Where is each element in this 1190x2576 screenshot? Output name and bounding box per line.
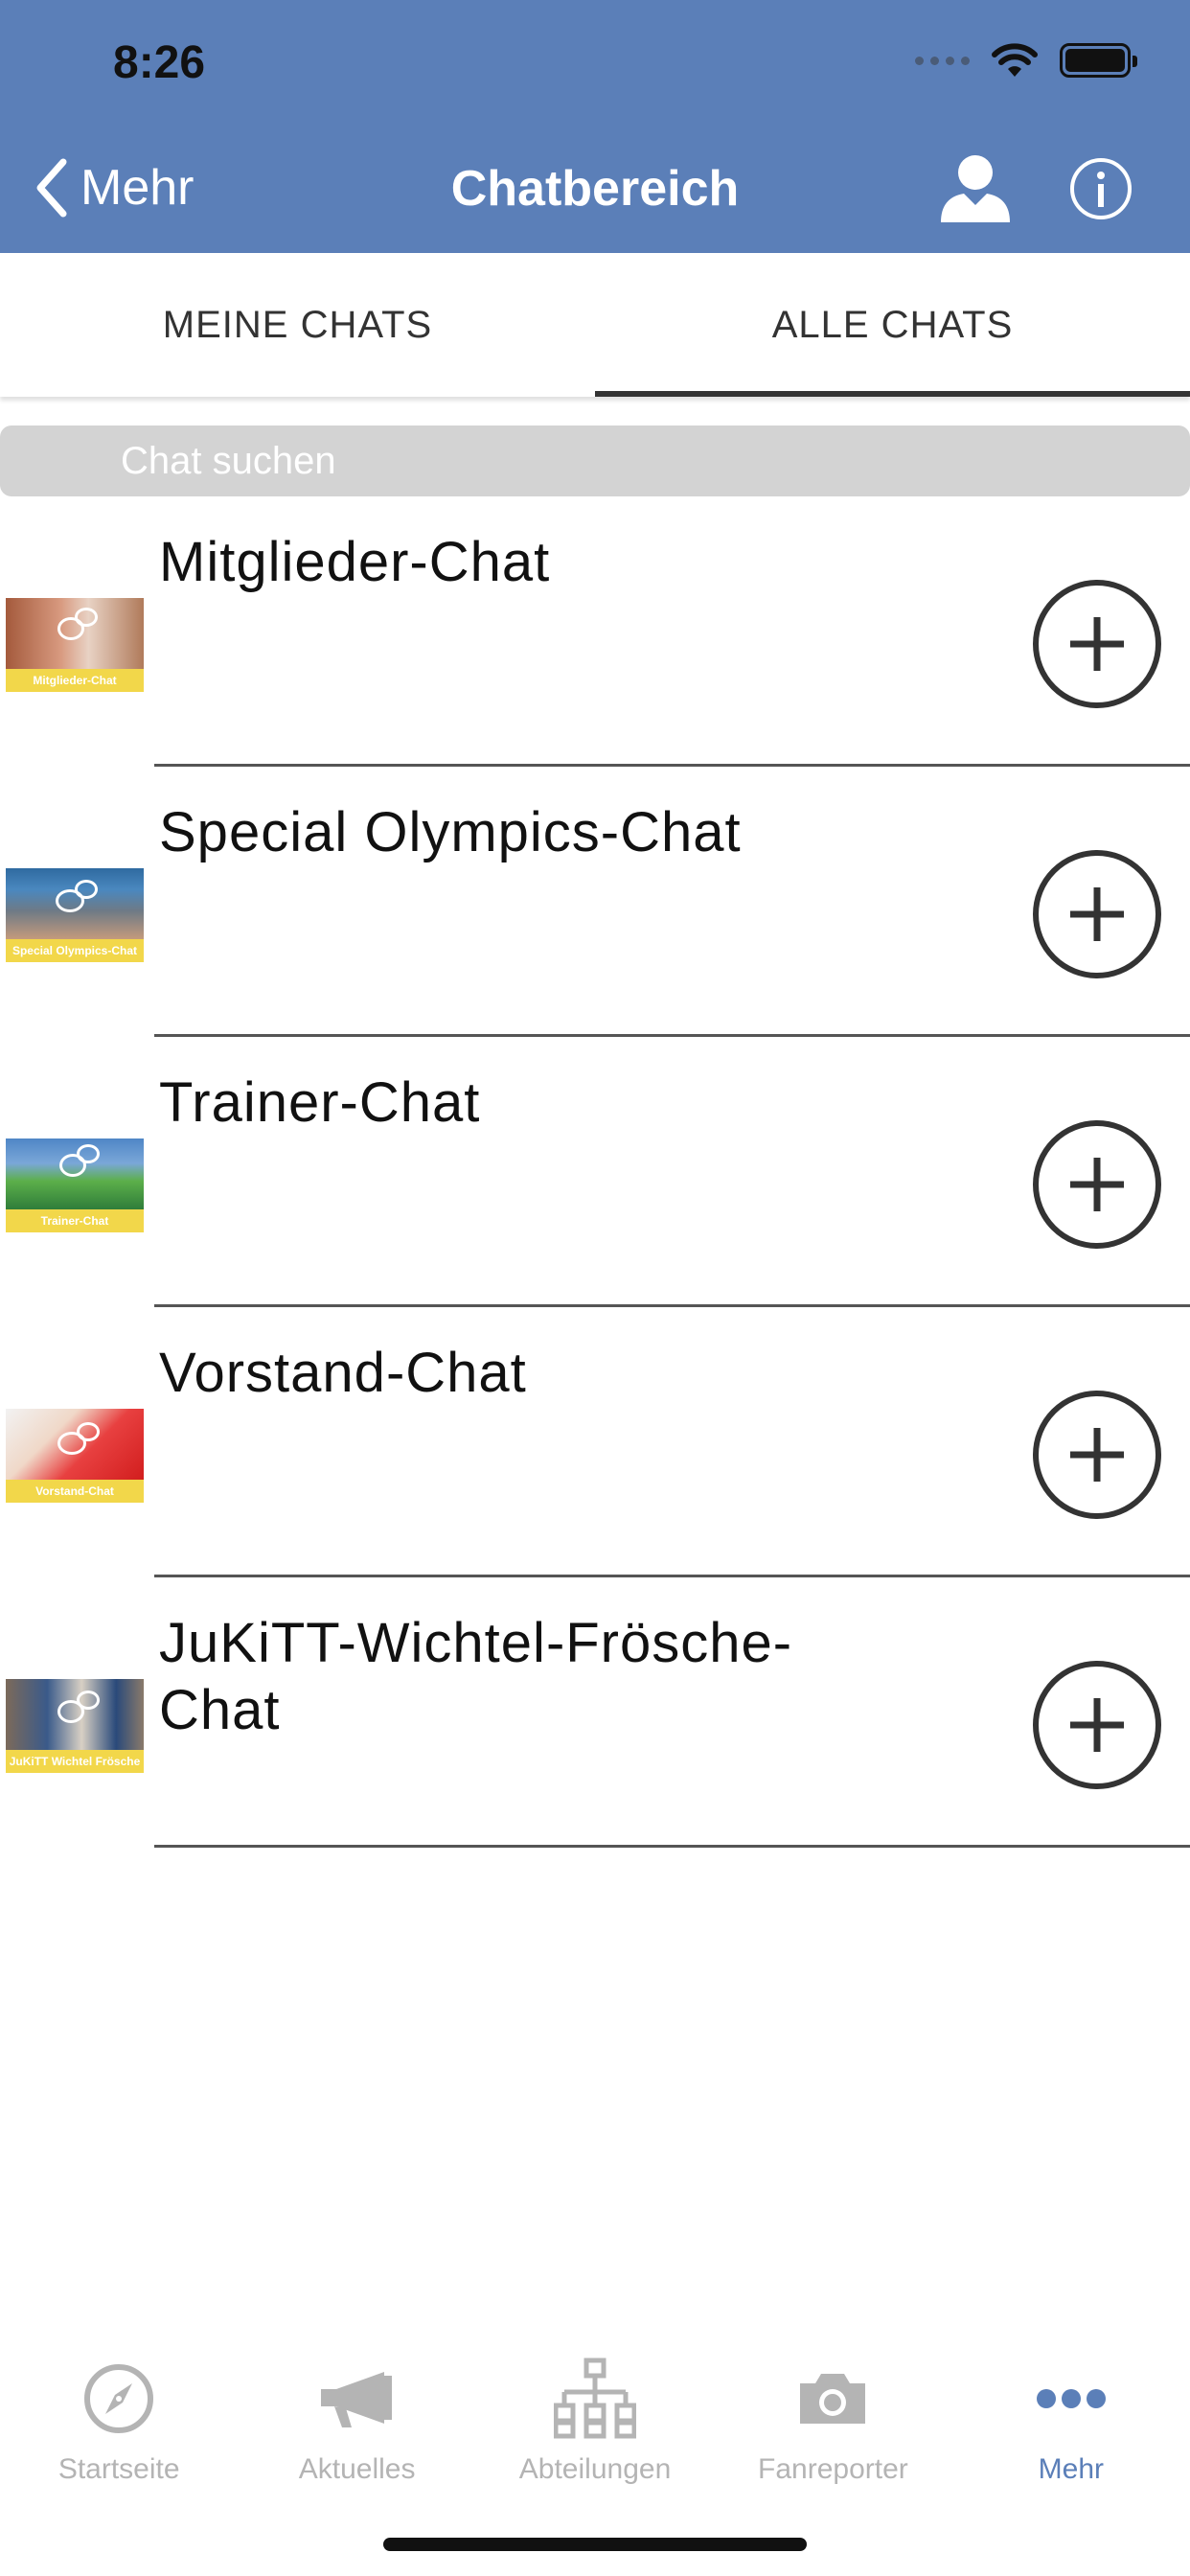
thumbnail-caption: Special Olympics-Chat (6, 939, 144, 962)
chat-thumbnail: JuKiTT Wichtel Frösche (6, 1679, 144, 1773)
plus-circle-icon[interactable] (1032, 1119, 1162, 1250)
chat-name: JuKiTT-Wichtel-Frösche-Chat (159, 1612, 793, 1741)
tabbar-item-startseite[interactable]: Startseite (0, 2319, 238, 2492)
chat-thumbnail: Special Olympics-Chat (6, 868, 144, 962)
tabbar-item-abteilungen[interactable]: Abteilungen (476, 2319, 714, 2492)
tabbar-label: Abteilungen (518, 2453, 672, 2485)
chat-list: Mitglieder-Chat Mitglieder-Chat Special … (0, 496, 1190, 1848)
tabbar-item-aktuelles[interactable]: Aktuelles (238, 2319, 475, 2492)
plus-circle-icon[interactable] (1032, 1390, 1162, 1520)
tab-meine-chats[interactable]: MEINE CHATS (0, 253, 595, 397)
info-button[interactable] (1069, 157, 1133, 220)
plus-circle-icon[interactable] (1032, 849, 1162, 979)
more-dots-icon (1028, 2356, 1114, 2442)
chat-thumbnail: Trainer-Chat (6, 1138, 144, 1232)
chat-list-item[interactable]: Special Olympics-Chat Special Olympics-C… (0, 767, 1190, 1037)
chat-name: Mitglieder-Chat (159, 531, 551, 593)
status-indicators (915, 42, 1137, 79)
tabbar-label: Aktuelles (298, 2453, 416, 2485)
chat-list-item[interactable]: JuKiTT Wichtel Frösche JuKiTT-Wichtel-Fr… (0, 1577, 1190, 1848)
wifi-icon (992, 43, 1038, 77)
user-icon (941, 155, 1010, 222)
tabbar-label: Startseite (57, 2453, 180, 2485)
chat-thumbnail: Mitglieder-Chat (6, 598, 144, 692)
chat-name: Vorstand-Chat (159, 1342, 527, 1404)
plus-circle-icon[interactable] (1032, 579, 1162, 709)
status-time: 8:26 (113, 37, 206, 88)
tab-alle-chats[interactable]: ALLE CHATS (595, 253, 1190, 397)
back-button[interactable]: Mehr (33, 156, 194, 219)
thumbnail-caption: Mitglieder-Chat (6, 669, 144, 692)
tabbar-item-mehr[interactable]: Mehr (952, 2319, 1190, 2492)
chat-list-item[interactable]: Mitglieder-Chat Mitglieder-Chat (0, 496, 1190, 767)
chevron-left-icon (36, 158, 67, 218)
chat-name: Trainer-Chat (159, 1071, 481, 1134)
chat-list-item[interactable]: Trainer-Chat Trainer-Chat (0, 1037, 1190, 1307)
org-chart-icon (552, 2356, 638, 2442)
thumbnail-caption: Trainer-Chat (6, 1209, 144, 1232)
tabbar-label: Mehr (1038, 2453, 1104, 2485)
tabbar-label: Fanreporter (758, 2453, 908, 2485)
signal-icon (915, 56, 970, 65)
chat-search-input[interactable] (0, 426, 1190, 496)
home-indicator[interactable] (383, 2538, 807, 2551)
back-button-label: Mehr (80, 160, 195, 216)
chat-thumbnail: Vorstand-Chat (6, 1409, 144, 1503)
info-icon (1070, 158, 1132, 219)
page-title: Chatbereich (450, 161, 740, 217)
thumbnail-caption: Vorstand-Chat (6, 1480, 144, 1503)
chat-name: Special Olympics-Chat (159, 801, 742, 863)
battery-icon (1060, 43, 1137, 78)
profile-button[interactable] (935, 151, 1016, 224)
plus-circle-icon[interactable] (1032, 1660, 1162, 1790)
divider (154, 1845, 1190, 1848)
camera-icon (790, 2356, 876, 2442)
bottom-tab-bar: Startseite Aktuelles Abteilungen Fanrepo… (0, 2319, 1190, 2492)
thumbnail-caption: JuKiTT Wichtel Frösche (6, 1750, 144, 1773)
compass-icon (76, 2356, 162, 2442)
tabbar-item-fanreporter[interactable]: Fanreporter (714, 2319, 951, 2492)
chat-tabs: MEINE CHATS ALLE CHATS (0, 253, 1190, 397)
chat-list-item[interactable]: Vorstand-Chat Vorstand-Chat (0, 1307, 1190, 1577)
megaphone-icon (314, 2356, 400, 2442)
navigation-header: 8:26 Mehr Chatbereich (0, 0, 1190, 253)
